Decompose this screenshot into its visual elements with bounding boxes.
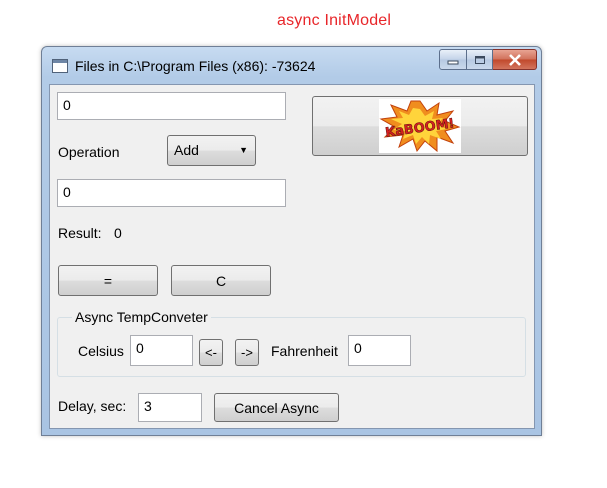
- to-fahrenheit-button[interactable]: ->: [235, 339, 259, 366]
- maximize-button[interactable]: [467, 49, 493, 70]
- cancel-async-button[interactable]: Cancel Async: [214, 393, 339, 422]
- app-window: Files in C:\Program Files (x86): -73624 …: [41, 46, 542, 436]
- operand1-input[interactable]: 0: [57, 92, 286, 120]
- kaboom-burst-icon: KaBOOM!: [379, 99, 461, 153]
- fahrenheit-input[interactable]: 0: [348, 335, 411, 366]
- delay-label: Delay, sec:: [58, 398, 127, 414]
- temp-converter-group-title: Async TempConveter: [72, 309, 211, 325]
- close-button[interactable]: [493, 49, 537, 70]
- result-label: Result:: [58, 225, 102, 241]
- chevron-down-icon: ▼: [239, 145, 248, 155]
- clear-button[interactable]: C: [171, 265, 271, 296]
- equals-button[interactable]: =: [58, 265, 158, 296]
- close-icon: [508, 53, 521, 66]
- window-title: Files in C:\Program Files (x86): -73624: [75, 58, 316, 74]
- window-client-area: 0 Operation Add ▼ 0 Result: 0 = C KaBOOM…: [49, 84, 535, 429]
- celsius-input[interactable]: 0: [130, 335, 193, 366]
- title-bar[interactable]: Files in C:\Program Files (x86): -73624: [42, 47, 541, 83]
- delay-input[interactable]: 3: [138, 393, 202, 422]
- operation-selected-value: Add: [174, 142, 199, 158]
- annotation-label: async InitModel: [277, 12, 392, 29]
- to-celsius-button[interactable]: <-: [199, 339, 223, 366]
- maximize-icon: [474, 55, 485, 64]
- operation-select[interactable]: Add ▼: [167, 135, 256, 166]
- operation-label: Operation: [58, 144, 120, 160]
- result-value: 0: [114, 225, 122, 241]
- window-controls: [439, 49, 537, 70]
- minimize-icon: [447, 60, 459, 64]
- fahrenheit-label: Fahrenheit: [271, 343, 338, 359]
- app-window-icon: [52, 59, 68, 73]
- kaboom-button[interactable]: KaBOOM!: [312, 96, 528, 156]
- minimize-button[interactable]: [439, 49, 467, 70]
- operand2-input[interactable]: 0: [57, 179, 286, 207]
- celsius-label: Celsius: [78, 343, 124, 359]
